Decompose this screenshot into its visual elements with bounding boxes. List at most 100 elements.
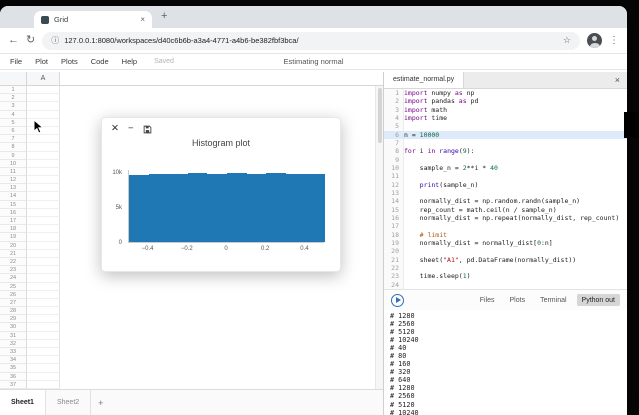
row-header-24[interactable]: 24 bbox=[0, 274, 27, 282]
row-header-2[interactable]: 2 bbox=[0, 94, 27, 102]
browser-tab[interactable]: Grid × bbox=[34, 11, 152, 28]
output-tab-python-out[interactable]: Python out bbox=[577, 294, 620, 306]
code-line-4[interactable]: 4import time bbox=[384, 114, 627, 122]
row-header-35[interactable]: 35 bbox=[0, 364, 27, 372]
editor-close-icon[interactable]: × bbox=[608, 72, 627, 88]
cell-A31[interactable] bbox=[27, 332, 60, 340]
row-header-1[interactable]: 1 bbox=[0, 86, 27, 94]
column-header-A[interactable]: A bbox=[27, 72, 60, 85]
cell-A20[interactable] bbox=[27, 242, 60, 250]
sheet-tab-sheet1[interactable]: Sheet1 bbox=[0, 390, 46, 415]
row-header-6[interactable]: 6 bbox=[0, 127, 27, 135]
code-line-2[interactable]: 2import pandas as pd bbox=[384, 97, 627, 105]
row-header-34[interactable]: 34 bbox=[0, 356, 27, 364]
row-header-36[interactable]: 36 bbox=[0, 373, 27, 381]
code-line-18[interactable]: 18 # limit bbox=[384, 231, 627, 239]
row-header-27[interactable]: 27 bbox=[0, 299, 27, 307]
row-header-29[interactable]: 29 bbox=[0, 315, 27, 323]
code-line-23[interactable]: 23 time.sleep(1) bbox=[384, 272, 627, 280]
cell-A13[interactable] bbox=[27, 184, 60, 192]
code-line-16[interactable]: 16 normally_dist = np.repeat(normally_di… bbox=[384, 214, 627, 222]
bookmark-star-icon[interactable]: ☆ bbox=[563, 35, 571, 46]
code-line-7[interactable]: 7 bbox=[384, 139, 627, 147]
code-line-14[interactable]: 14 normally_dist = np.random.randn(sampl… bbox=[384, 197, 627, 205]
page-info-icon[interactable]: ⓘ bbox=[51, 35, 59, 46]
row-header-8[interactable]: 8 bbox=[0, 143, 27, 151]
code-line-3[interactable]: 3import math bbox=[384, 106, 627, 114]
reload-icon[interactable]: ↻ bbox=[26, 35, 35, 46]
cell-A35[interactable] bbox=[27, 364, 60, 372]
row-header-11[interactable]: 11 bbox=[0, 168, 27, 176]
row-header-32[interactable]: 32 bbox=[0, 340, 27, 348]
cell-A2[interactable] bbox=[27, 94, 60, 102]
menu-item-plot[interactable]: Plot bbox=[35, 57, 48, 66]
row-header-10[interactable]: 10 bbox=[0, 160, 27, 168]
row-header-13[interactable]: 13 bbox=[0, 184, 27, 192]
cell-A33[interactable] bbox=[27, 348, 60, 356]
row-header-15[interactable]: 15 bbox=[0, 201, 27, 209]
output-tab-plots[interactable]: Plots bbox=[505, 294, 531, 306]
row-header-18[interactable]: 18 bbox=[0, 225, 27, 233]
output-tab-terminal[interactable]: Terminal bbox=[535, 294, 571, 306]
row-header-5[interactable]: 5 bbox=[0, 119, 27, 127]
add-sheet-icon[interactable]: + bbox=[98, 398, 103, 408]
row-header-33[interactable]: 33 bbox=[0, 348, 27, 356]
code-line-11[interactable]: 11 bbox=[384, 172, 627, 180]
browser-menu-icon[interactable]: ⋮ bbox=[609, 35, 619, 46]
editor-file-tab[interactable]: estimate_normal.py bbox=[384, 72, 464, 88]
cell-A17[interactable] bbox=[27, 217, 60, 225]
row-header-21[interactable]: 21 bbox=[0, 250, 27, 258]
new-tab-icon[interactable]: + bbox=[161, 10, 167, 22]
address-bar[interactable]: ⓘ 127.0.0.1:8080/workspaces/d40c6b6b-a3a… bbox=[42, 32, 580, 50]
cell-A1[interactable] bbox=[27, 86, 60, 94]
menu-item-file[interactable]: File bbox=[10, 57, 22, 66]
row-header-9[interactable]: 9 bbox=[0, 152, 27, 160]
sheet-scrollbar-thumb[interactable] bbox=[378, 88, 382, 143]
cell-A3[interactable] bbox=[27, 102, 60, 110]
row-header-7[interactable]: 7 bbox=[0, 135, 27, 143]
code-line-6[interactable]: 6n = 10000 bbox=[384, 131, 627, 139]
row-header-19[interactable]: 19 bbox=[0, 233, 27, 241]
row-header-3[interactable]: 3 bbox=[0, 102, 27, 110]
row-header-37[interactable]: 37 bbox=[0, 381, 27, 389]
cell-A15[interactable] bbox=[27, 201, 60, 209]
run-code-button[interactable] bbox=[391, 294, 404, 307]
cell-A4[interactable] bbox=[27, 111, 60, 119]
cell-A24[interactable] bbox=[27, 274, 60, 282]
cell-A10[interactable] bbox=[27, 160, 60, 168]
cell-A30[interactable] bbox=[27, 323, 60, 331]
row-header-22[interactable]: 22 bbox=[0, 258, 27, 266]
row-header-16[interactable]: 16 bbox=[0, 209, 27, 217]
cell-A9[interactable] bbox=[27, 152, 60, 160]
output-tab-files[interactable]: Files bbox=[475, 294, 500, 306]
code-line-15[interactable]: 15 rep_count = math.ceil(n / sample_n) bbox=[384, 206, 627, 214]
code-line-20[interactable]: 20 bbox=[384, 247, 627, 255]
code-editor[interactable]: 1import numpy as np2import pandas as pd3… bbox=[384, 89, 627, 289]
back-icon[interactable]: ← bbox=[8, 35, 19, 46]
cell-A36[interactable] bbox=[27, 373, 60, 381]
code-line-19[interactable]: 19 normally_dist = normally_dist[0:n] bbox=[384, 239, 627, 247]
cell-A23[interactable] bbox=[27, 266, 60, 274]
menu-item-code[interactable]: Code bbox=[91, 57, 109, 66]
cell-A18[interactable] bbox=[27, 225, 60, 233]
menu-item-plots[interactable]: Plots bbox=[61, 57, 78, 66]
code-line-13[interactable]: 13 bbox=[384, 189, 627, 197]
row-header-28[interactable]: 28 bbox=[0, 307, 27, 315]
row-header-4[interactable]: 4 bbox=[0, 111, 27, 119]
cell-A29[interactable] bbox=[27, 315, 60, 323]
profile-avatar[interactable] bbox=[587, 33, 602, 48]
cell-A37[interactable] bbox=[27, 381, 60, 389]
plot-window[interactable]: ✕ − Histogram plot 05k10k−0.4−0.200.20.4 bbox=[101, 117, 341, 272]
cell-A12[interactable] bbox=[27, 176, 60, 184]
menu-item-help[interactable]: Help bbox=[122, 57, 137, 66]
code-line-17[interactable]: 17 bbox=[384, 222, 627, 230]
row-header-14[interactable]: 14 bbox=[0, 192, 27, 200]
row-header-31[interactable]: 31 bbox=[0, 332, 27, 340]
cell-A21[interactable] bbox=[27, 250, 60, 258]
row-header-26[interactable]: 26 bbox=[0, 291, 27, 299]
code-line-5[interactable]: 5 bbox=[384, 122, 627, 130]
cell-A19[interactable] bbox=[27, 233, 60, 241]
code-line-1[interactable]: 1import numpy as np bbox=[384, 89, 627, 97]
cell-A8[interactable] bbox=[27, 143, 60, 151]
code-line-22[interactable]: 22 bbox=[384, 264, 627, 272]
